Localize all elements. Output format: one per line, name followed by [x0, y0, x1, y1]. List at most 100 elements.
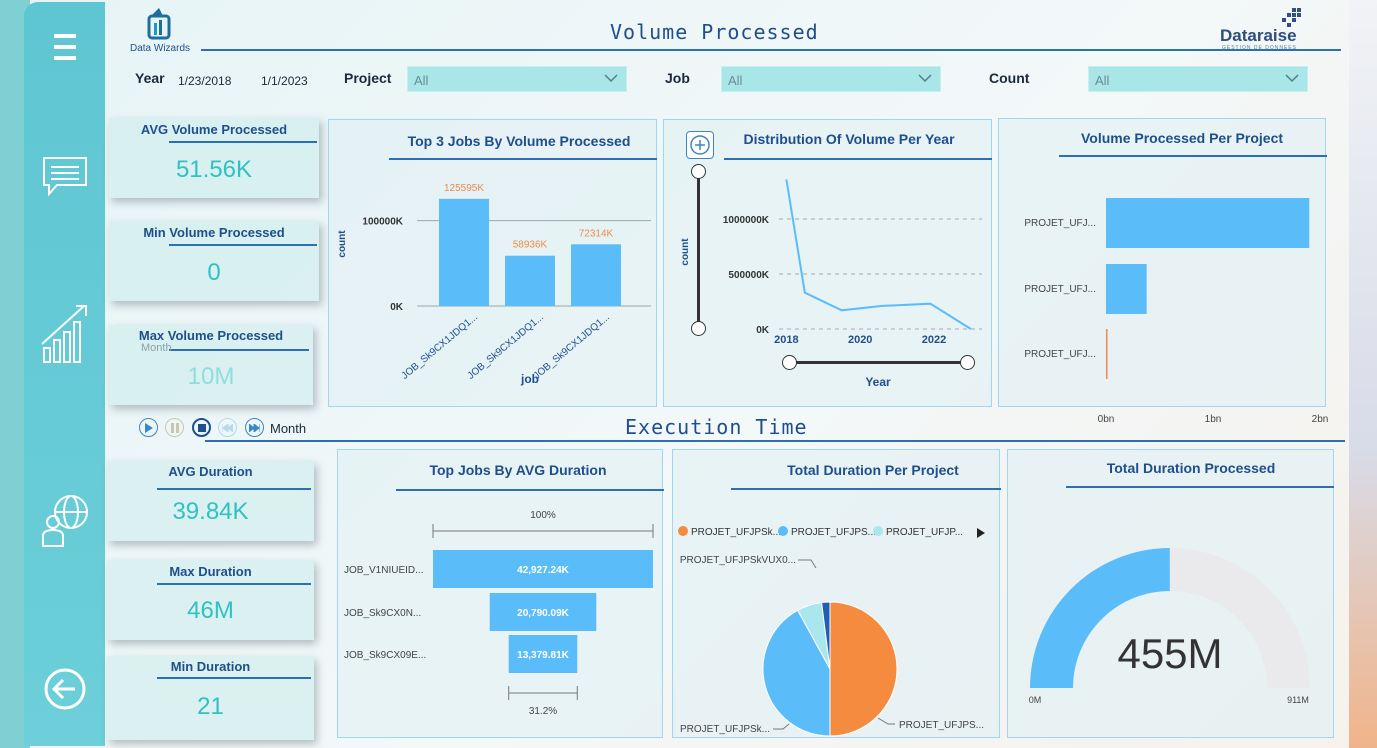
top-jobs-volume-panel: Top 3 Jobs By Volume Processed 0K 100000K… [328, 119, 657, 407]
previous-button[interactable] [218, 418, 237, 437]
slice-label: PROJET_UFJPS... [899, 720, 984, 731]
play-axis-label: Month [270, 421, 307, 436]
y-tick-label: PROJET_UFJ... [1024, 284, 1096, 295]
kpi-card-max-duration: Max Duration 46M [107, 560, 314, 640]
top-jobs-duration-panel: Top Jobs By AVG Duration 100% 42,927.24K J… [337, 449, 664, 738]
pixel-logo-icon [1282, 8, 1301, 27]
gauge-value-label: 455M [1117, 630, 1222, 677]
next-button[interactable] [245, 418, 264, 437]
bar [1106, 329, 1108, 379]
x-tick-label: 2022 [922, 334, 946, 346]
back-arrow-icon[interactable] [24, 667, 105, 711]
play-button[interactable] [139, 418, 158, 437]
funnel-bottom-percent: 31.2% [529, 706, 557, 717]
kpi-value: 51.56K [175, 156, 253, 183]
funnel-category-label: JOB_V1NIUEID... [344, 565, 423, 576]
y-slider-handle-bottom[interactable] [691, 321, 706, 336]
brand-right-text: Dataraise [1220, 26, 1297, 45]
skip-back-icon [222, 423, 233, 432]
count-dropdown[interactable]: All [1088, 66, 1308, 92]
year-filter-label: Year [135, 70, 165, 86]
kpi-underline [157, 488, 311, 490]
section2-underline [205, 440, 1345, 442]
y-slider-handle-top[interactable] [691, 164, 706, 179]
job-filter-label: Job [665, 70, 690, 86]
total-duration-gauge: 455M 0M 911M [1029, 548, 1310, 705]
kpi-card-avg-volume: AVG Volume Processed 51.56K [109, 118, 319, 198]
x-slider-handle-left[interactable] [782, 355, 797, 370]
stop-button[interactable] [192, 418, 211, 437]
legend-marker [678, 526, 688, 536]
kpi-label: AVG Duration [168, 464, 253, 479]
global-user-icon[interactable] [24, 492, 105, 548]
top-jobs-bar-chart: 0K 100000K count 125595K JOB_Sk9CX1JDQ1... 58… [337, 183, 651, 386]
kpi-value: 0 [207, 259, 221, 286]
legend-marker [873, 526, 883, 536]
message-icon[interactable] [24, 155, 105, 197]
y-tick-label: 1000000K [723, 215, 770, 226]
dashboard-page: Data Wizards Volume Processed Dataraise … [105, 0, 1349, 748]
kpi-label: Min Volume Processed [143, 225, 285, 240]
bar-data-label: 72314K [579, 228, 614, 239]
y-axis-label: count [337, 230, 348, 258]
bar [1106, 198, 1310, 248]
project-filter-label: Project [344, 70, 392, 86]
kpi-card-max-volume: Max Volume Processed Month 10M [109, 325, 313, 405]
bar-data-label: 125595K [444, 183, 484, 194]
right-background-strip [1349, 0, 1377, 748]
kpi-overlay-text: Month [141, 342, 172, 354]
duration-per-project-pie: PROJET_UFJPSk... PROJET_UFJPS... PROJET_UF… [678, 526, 984, 737]
x-tick-label: 2bn [1312, 414, 1329, 425]
x-slider-handle-right[interactable] [960, 355, 975, 370]
x-tick-label: 0bn [1098, 414, 1115, 425]
pause-icon [170, 422, 179, 433]
total-duration-panel: Total Duration Processed 455M 0M 911M [1007, 449, 1334, 738]
y-slider-track [697, 170, 700, 328]
slice-leader-line [773, 723, 790, 730]
y-tick-label: 0K [390, 302, 404, 313]
year-to-date[interactable]: 1/1/2023 [261, 74, 308, 88]
kpi-label: Max Volume Processed [138, 328, 284, 343]
chevron-down-icon [1285, 74, 1299, 83]
legend-marker [778, 526, 788, 536]
y-tick-label: PROJET_UFJ... [1024, 349, 1096, 360]
x-axis-label: Year [865, 375, 891, 389]
x-slider-track [788, 361, 968, 364]
growth-chart-icon[interactable] [24, 302, 105, 364]
kpi-value: 46M [187, 597, 234, 624]
y-tick-label: 100000K [362, 217, 403, 228]
kpi-label: Min Duration [170, 659, 251, 674]
kpi-label: Max Duration [169, 564, 252, 579]
kpi-card-min-volume: Min Volume Processed 0 [109, 221, 319, 301]
kpi-underline [157, 583, 311, 585]
play-icon [145, 422, 153, 433]
x-tick-label: 2020 [848, 334, 872, 346]
pause-button[interactable] [165, 418, 184, 437]
kpi-card-avg-duration: AVG Duration 39.84K [107, 461, 314, 541]
legend-label: PROJET_UFJPSk... [691, 527, 781, 538]
slice-label: PROJET_UFJPSkVUX0... [680, 555, 796, 566]
duration-per-project-panel: Total Duration Per Project PROJET_UFJPSk… [672, 449, 1001, 738]
y-range-slider[interactable] [691, 164, 707, 336]
zoom-in-icon[interactable] [686, 131, 714, 159]
gauge-max-label: 911M [1287, 695, 1309, 705]
gauge-min-label: 0M [1029, 695, 1042, 705]
series-line [785, 179, 972, 330]
project-dropdown[interactable]: All [407, 66, 627, 92]
y-axis-label: count [680, 238, 691, 266]
menu-icon[interactable] [24, 32, 105, 62]
year-from-date[interactable]: 1/23/2018 [178, 74, 231, 88]
panel-title: Distribution Of Volume Per Year [743, 131, 955, 147]
slice-label: PROJET_UFJPSk... [680, 724, 770, 735]
brand-left-text: Data Wizards [129, 43, 190, 54]
panel-title: Total Duration Processed [1106, 460, 1276, 476]
job-dropdown[interactable]: All [721, 66, 941, 92]
bar [1106, 264, 1147, 314]
count-dropdown-value: All [1095, 73, 1110, 88]
slice-leader-line [798, 559, 817, 569]
x-axis-label: job [520, 372, 539, 386]
chevron-down-icon [604, 74, 618, 83]
count-filter-label: Count [989, 70, 1030, 86]
bar [439, 198, 489, 306]
x-range-slider[interactable] [782, 355, 978, 371]
